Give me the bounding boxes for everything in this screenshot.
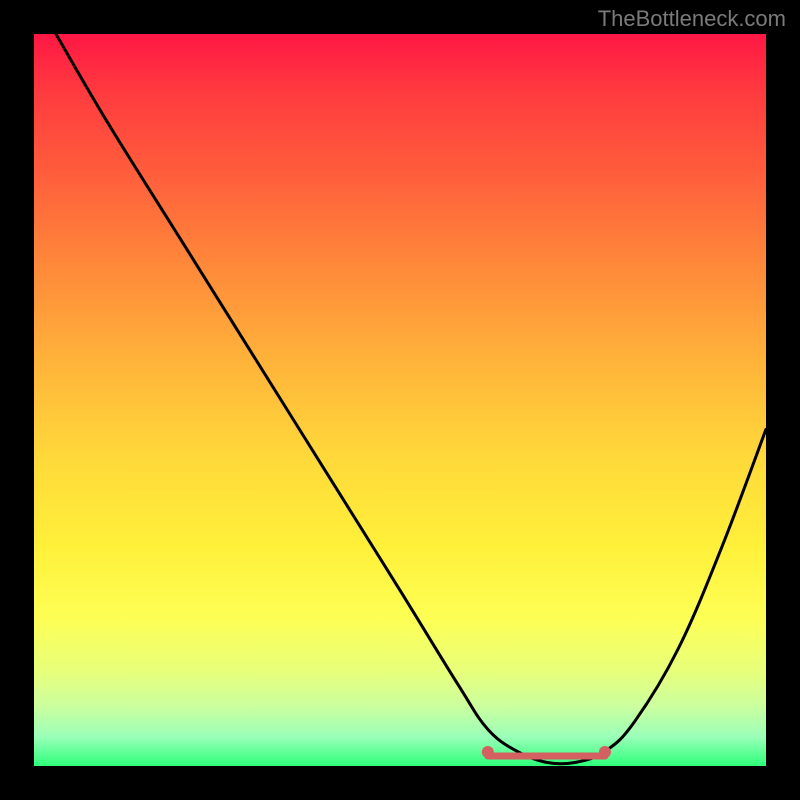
attribution-text: TheBottleneck.com [598,6,786,32]
bottleneck-curve-line [56,34,766,764]
chart-plot-area [34,34,766,766]
optimal-start-dot [482,746,494,758]
optimal-end-dot [599,746,611,758]
chart-svg [34,34,766,766]
